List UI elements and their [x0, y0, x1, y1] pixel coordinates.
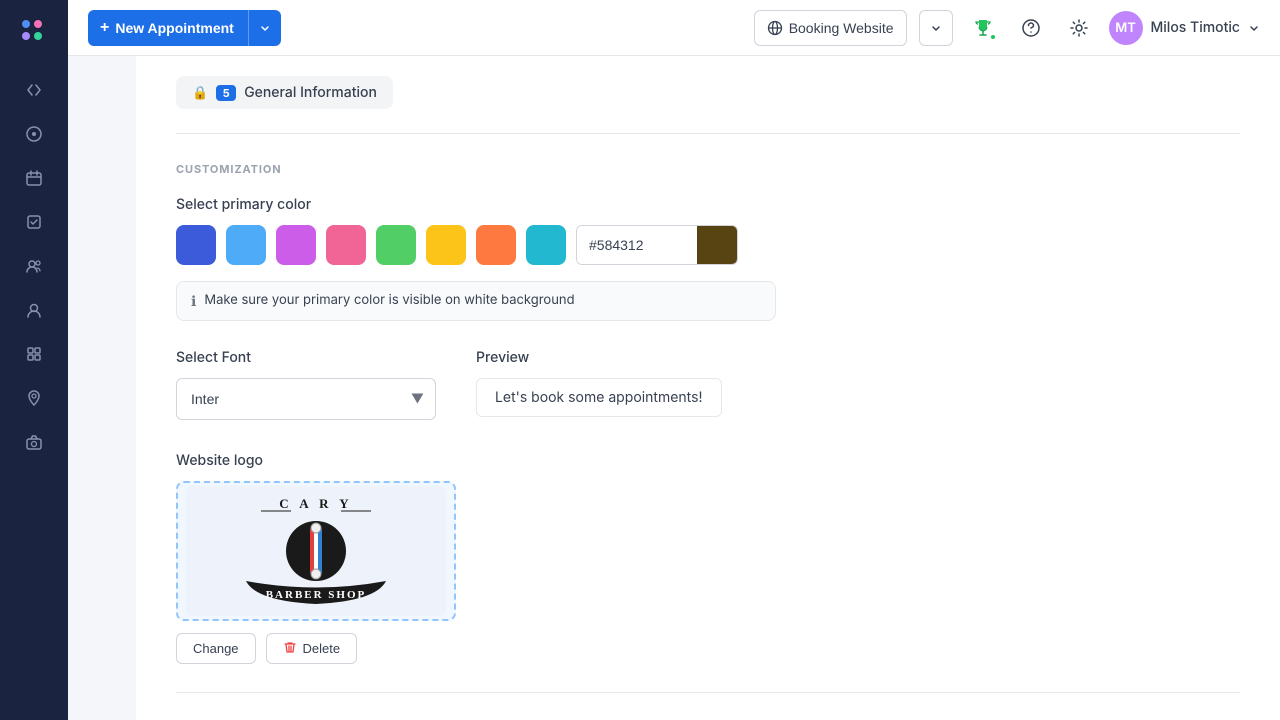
preview-text-box: Let's book some appointments!: [476, 378, 722, 417]
color-swatches-row: #584312: [176, 225, 1240, 265]
font-select-col: Select Font Inter Roboto Open Sans Lato …: [176, 349, 436, 420]
booking-website-dropdown[interactable]: [919, 10, 953, 46]
font-label: Select Font: [176, 349, 436, 366]
user-menu-chevron: [1248, 22, 1260, 34]
delete-label: Delete: [303, 641, 341, 656]
pink-swatch[interactable]: [326, 225, 366, 265]
color-preview-box[interactable]: [697, 225, 737, 265]
main-content: 🔒 5 General Information CUSTOMIZATION Se…: [136, 56, 1280, 720]
primary-color-label: Select primary color: [176, 196, 1240, 213]
color-hex-input[interactable]: #584312: [577, 226, 697, 264]
customization-section: CUSTOMIZATION Select primary color #5843…: [176, 162, 1240, 664]
booking-website-label: Booking Website: [789, 20, 894, 36]
tasks-icon[interactable]: [16, 204, 52, 240]
tab-badge: 5: [216, 85, 236, 101]
teal-swatch[interactable]: [526, 225, 566, 265]
team-icon[interactable]: [16, 248, 52, 284]
logo-actions: Change Delete: [176, 633, 1240, 664]
preview-label: Preview: [476, 349, 722, 366]
light-blue-swatch[interactable]: [226, 225, 266, 265]
logo-label: Website logo: [176, 452, 1240, 469]
help-button[interactable]: [1013, 10, 1049, 46]
clients-icon[interactable]: [16, 292, 52, 328]
logo-upload-box[interactable]: C A R Y BARBER SHOP: [176, 481, 456, 621]
purple-swatch[interactable]: [276, 225, 316, 265]
camera-icon[interactable]: [16, 424, 52, 460]
section-divider: [176, 133, 1240, 134]
color-input-group: #584312: [576, 225, 738, 265]
info-notice-text: Make sure your primary color is visible …: [204, 292, 574, 308]
change-logo-button[interactable]: Change: [176, 633, 256, 664]
general-info-label: General Information: [244, 84, 377, 101]
preview-col: Preview Let's book some appointments!: [476, 349, 722, 417]
font-preview-row: Select Font Inter Roboto Open Sans Lato …: [176, 349, 1240, 420]
packages-icon[interactable]: [16, 336, 52, 372]
svg-text:BARBER SHOP: BARBER SHOP: [266, 589, 367, 601]
booking-website-button[interactable]: Booking Website: [754, 10, 907, 46]
user-name: Milos Timotic: [1151, 19, 1241, 36]
settings-button[interactable]: [1061, 10, 1097, 46]
dashboard-icon[interactable]: [16, 116, 52, 152]
new-appointment-dropdown-arrow[interactable]: [249, 10, 281, 46]
info-icon: ℹ: [191, 293, 196, 310]
globe-icon: [767, 20, 783, 36]
tab-area: 🔒 5 General Information: [176, 76, 1240, 109]
customization-section-title: CUSTOMIZATION: [176, 162, 1240, 176]
general-info-tab[interactable]: 🔒 5 General Information: [176, 76, 393, 109]
barber-shop-logo: C A R Y BARBER SHOP: [186, 486, 446, 616]
new-appointment-label: New Appointment: [115, 20, 233, 36]
logo-section: Website logo C A R Y: [176, 452, 1240, 664]
calendar-icon[interactable]: [16, 160, 52, 196]
font-select-wrapper: Inter Roboto Open Sans Lato Montserrat ▼: [176, 378, 436, 420]
trophy-button[interactable]: [965, 10, 1001, 46]
trash-icon: [283, 640, 297, 657]
avatar: MT: [1109, 11, 1143, 45]
tab-lock-icon: 🔒: [192, 85, 208, 101]
svg-text:C A R Y: C A R Y: [279, 496, 352, 511]
sidebar: [0, 0, 68, 720]
green-swatch[interactable]: [376, 225, 416, 265]
account-divider: [176, 692, 1240, 693]
new-appointment-plus: +: [100, 19, 109, 37]
app-logo[interactable]: [16, 12, 52, 52]
new-appointment-button[interactable]: + New Appointment: [88, 10, 281, 46]
topbar: + New Appointment Booking Website MT Mil…: [68, 0, 1280, 56]
info-notice: ℹ Make sure your primary color is visibl…: [176, 281, 776, 321]
font-select[interactable]: Inter Roboto Open Sans Lato Montserrat: [176, 378, 436, 420]
user-menu[interactable]: MT Milos Timotic: [1109, 11, 1261, 45]
yellow-swatch[interactable]: [426, 225, 466, 265]
orange-swatch[interactable]: [476, 225, 516, 265]
blue-swatch[interactable]: [176, 225, 216, 265]
collapse-icon[interactable]: [16, 72, 52, 108]
delete-logo-button[interactable]: Delete: [266, 633, 358, 664]
location-icon[interactable]: [16, 380, 52, 416]
